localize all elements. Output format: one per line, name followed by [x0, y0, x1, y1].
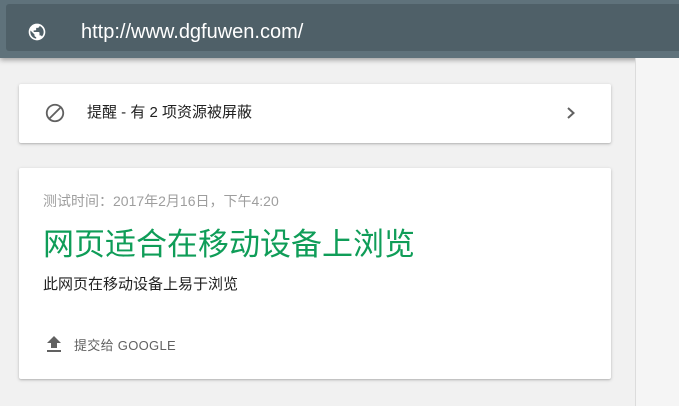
mobile-friendly-result-card: 测试时间：2017年2月16日，下午4:20 网页适合在移动设备上浏览 此网页在…	[19, 168, 611, 379]
upload-icon	[47, 336, 61, 352]
chevron-right-icon[interactable]	[565, 105, 577, 121]
address-bar[interactable]: http://www.dgfuwen.com/	[6, 4, 679, 51]
url-text[interactable]: http://www.dgfuwen.com/	[81, 20, 303, 44]
block-icon	[45, 103, 65, 123]
test-timestamp: 测试时间：2017年2月16日，下午4:20	[43, 193, 279, 209]
result-description: 此网页在移动设备上易于浏览	[43, 276, 239, 293]
alert-message: 提醒 - 有 2 项资源被屏蔽	[87, 104, 253, 121]
blocked-resources-alert[interactable]: 提醒 - 有 2 项资源被屏蔽	[19, 84, 611, 143]
side-panel	[635, 58, 679, 406]
result-headline: 网页适合在移动设备上浏览	[43, 227, 415, 262]
submit-button-label: 提交给 GOOGLE	[74, 338, 176, 353]
globe-icon	[28, 23, 46, 41]
top-bar: http://www.dgfuwen.com/	[0, 0, 679, 58]
